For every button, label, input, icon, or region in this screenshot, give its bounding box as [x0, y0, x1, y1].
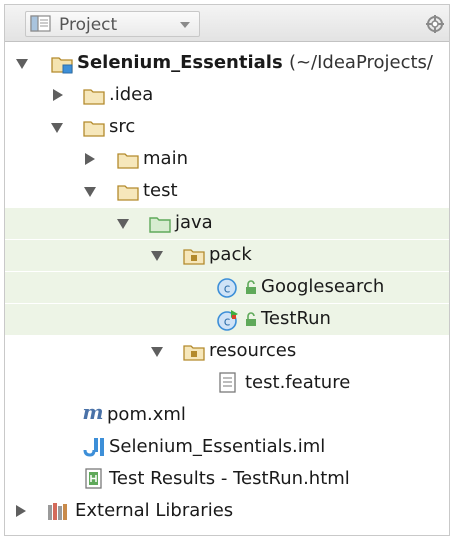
- gear-icon[interactable]: [426, 15, 444, 37]
- tree-row-googlesearch[interactable]: c Googlesearch: [5, 272, 449, 303]
- svg-text:m: m: [82, 402, 103, 424]
- project-view-label: Project: [59, 15, 118, 35]
- resources-folder-icon: [183, 342, 207, 366]
- expand-arrow-icon[interactable]: [16, 505, 26, 517]
- project-header: Project: [5, 5, 449, 42]
- expand-arrow-icon[interactable]: [51, 123, 63, 133]
- project-tool-window: Project Selenium_Essentials (~/IdeaProje…: [4, 4, 450, 536]
- tree-row-feature[interactable]: test.feature: [5, 368, 449, 399]
- chevron-down-icon: [180, 22, 190, 28]
- project-view-icon: [30, 15, 52, 37]
- iml-file-icon: [83, 436, 105, 462]
- root-path: (~/IdeaProjects/: [288, 52, 433, 73]
- tree-label: pom.xml: [107, 404, 186, 425]
- tree-row-iml[interactable]: Selenium_Essentials.iml: [5, 432, 449, 463]
- tree-label: .idea: [109, 84, 154, 105]
- tree-label: Test Results - TestRun.html: [109, 468, 350, 489]
- tree-row-main[interactable]: main: [5, 144, 449, 175]
- expand-arrow-icon[interactable]: [16, 59, 28, 69]
- tree-row-root[interactable]: Selenium_Essentials (~/IdeaProjects/: [5, 48, 449, 79]
- tree-label: main: [143, 148, 188, 169]
- expand-arrow-icon[interactable]: [84, 187, 96, 197]
- package-folder-icon: [183, 246, 207, 270]
- tree-row-idea[interactable]: .idea: [5, 80, 449, 111]
- tree-label: TestRun: [261, 308, 331, 329]
- folder-icon: [117, 182, 141, 206]
- maven-icon: m: [81, 400, 105, 428]
- lock-icon: [245, 312, 257, 331]
- library-icon: [47, 501, 71, 525]
- tree-row-test[interactable]: test: [5, 176, 449, 207]
- java-class-icon: c: [216, 277, 238, 303]
- tree-row-testrun[interactable]: c TestRun: [5, 304, 449, 335]
- project-view-dropdown[interactable]: Project: [25, 11, 200, 37]
- expand-arrow-icon[interactable]: [151, 251, 163, 261]
- tree-label: test: [143, 180, 178, 201]
- tree-label: pack: [209, 244, 252, 265]
- lock-icon: [245, 280, 257, 299]
- tree-row-java[interactable]: java: [5, 208, 449, 239]
- svg-text:c: c: [224, 315, 231, 329]
- html-file-icon: [85, 468, 103, 494]
- test-folder-icon: [149, 214, 173, 238]
- tree-label: Googlesearch: [261, 276, 385, 297]
- tree-label: resources: [209, 340, 297, 361]
- tree-row-src[interactable]: src: [5, 112, 449, 143]
- expand-arrow-icon[interactable]: [85, 153, 95, 165]
- tree-label: src: [109, 116, 136, 137]
- expand-arrow-icon[interactable]: [117, 219, 129, 229]
- tree-label: External Libraries: [75, 500, 234, 521]
- root-name: Selenium_Essentials: [77, 52, 283, 73]
- root-project-name: Selenium_Essentials (~/IdeaProjects/: [77, 52, 433, 73]
- tree-row-resources[interactable]: resources: [5, 336, 449, 367]
- folder-icon: [83, 118, 107, 142]
- tree-label: Selenium_Essentials.iml: [109, 436, 326, 457]
- tree-row-pack[interactable]: pack: [5, 240, 449, 271]
- tree-row-pom[interactable]: m pom.xml: [5, 400, 449, 431]
- test-class-icon: c: [216, 309, 240, 335]
- tree-label: test.feature: [245, 372, 351, 393]
- folder-icon: [117, 150, 141, 174]
- tree-label: java: [175, 212, 213, 233]
- svg-text:c: c: [224, 282, 231, 296]
- expand-arrow-icon[interactable]: [53, 89, 63, 101]
- tree-row-external-libraries[interactable]: External Libraries: [5, 496, 449, 527]
- folder-icon: [83, 86, 107, 110]
- text-file-icon: [219, 372, 237, 398]
- expand-arrow-icon[interactable]: [151, 347, 163, 357]
- module-folder-icon: [51, 54, 75, 78]
- tree-row-results[interactable]: Test Results - TestRun.html: [5, 464, 449, 495]
